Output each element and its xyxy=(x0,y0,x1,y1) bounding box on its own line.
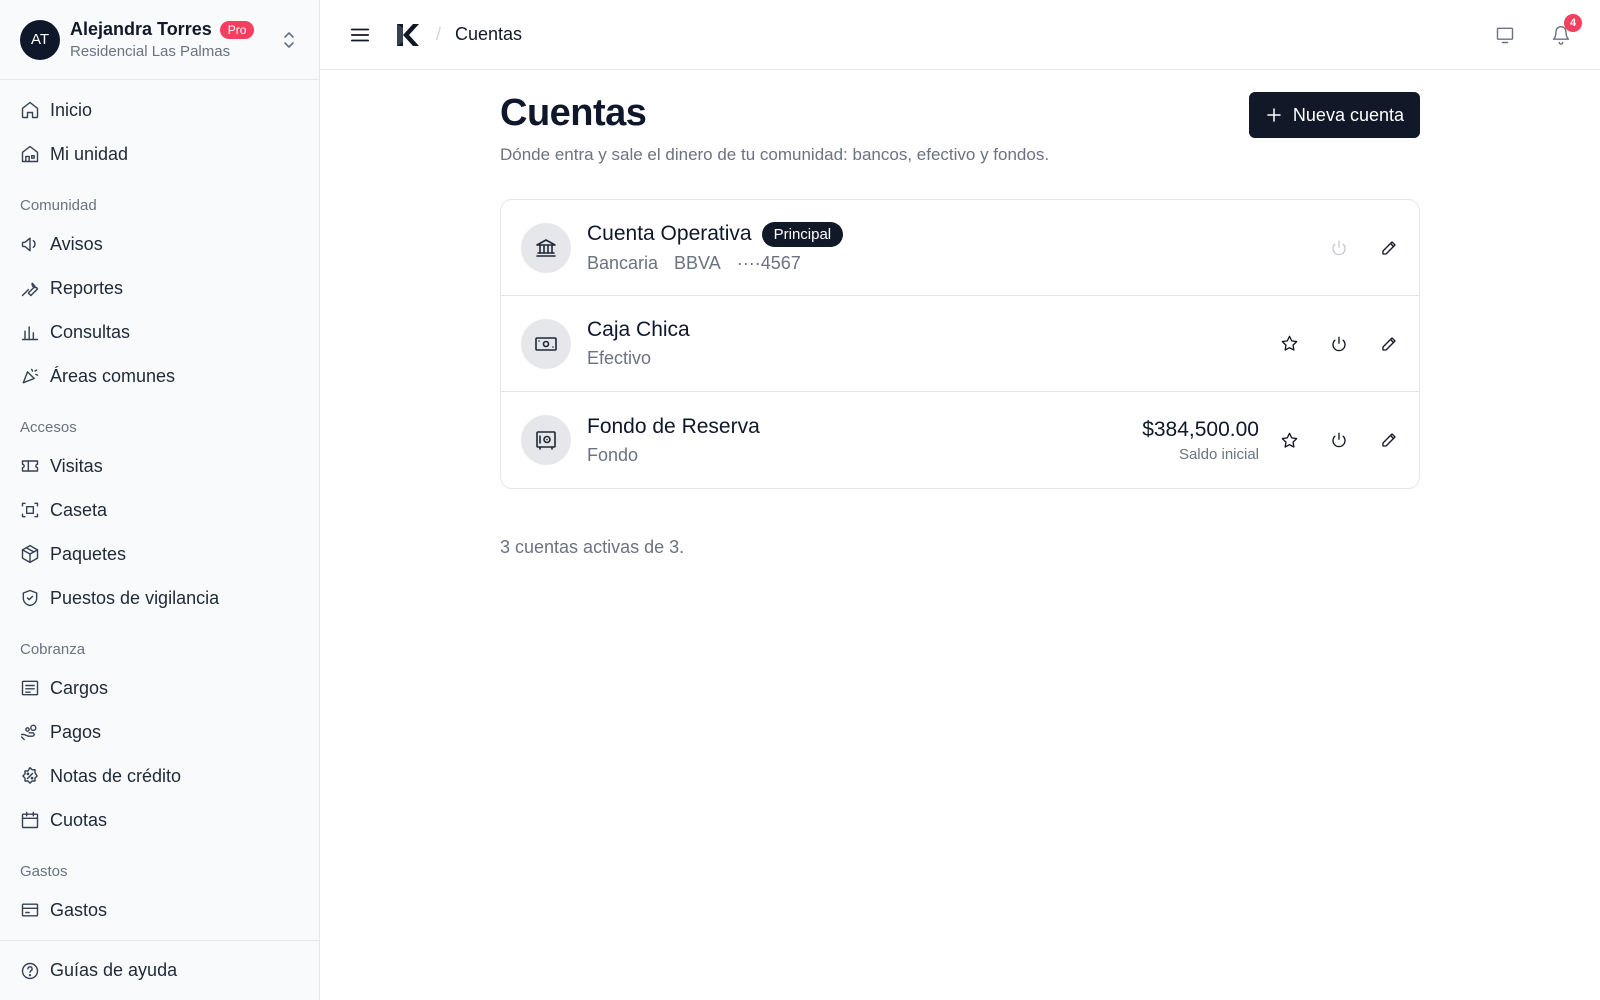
account-number: ····4567 xyxy=(736,252,801,273)
unit-icon xyxy=(21,145,39,163)
sidebar-item-mi-unidad[interactable]: Mi unidad xyxy=(0,132,319,176)
new-account-button[interactable]: Nueva cuenta xyxy=(1248,92,1420,138)
section-gastos: Gastos xyxy=(20,863,68,880)
sidebar-item-puestos-de-vigilancia[interactable]: Puestos de vigilancia xyxy=(0,576,319,620)
app-logo[interactable] xyxy=(394,22,420,48)
edit-pencil-icon[interactable] xyxy=(1379,430,1399,450)
account-type: Fondo xyxy=(587,444,639,465)
megaphone-icon xyxy=(21,237,36,252)
plan-badge: Pro xyxy=(219,20,255,39)
edit-pencil-icon[interactable] xyxy=(1379,334,1399,354)
scan-icon xyxy=(21,502,39,518)
bank-icon xyxy=(521,222,571,273)
sidebar-item-cargos[interactable]: Cargos xyxy=(0,666,319,710)
calendar-icon xyxy=(21,811,39,829)
account-amount: $384,500.00 xyxy=(1142,417,1259,441)
sidebar-item-reportes[interactable]: Reportes xyxy=(0,266,319,310)
account-row[interactable]: Fondo de Reserva Fondo $384,500.00 Saldo… xyxy=(501,392,1419,488)
plus-icon xyxy=(1267,108,1281,122)
chevrons-up-down-icon xyxy=(279,25,299,55)
sidebar-item-avisos[interactable]: Avisos xyxy=(0,222,319,266)
sidebar-item-areas-comunes[interactable]: Áreas comunes xyxy=(0,354,319,398)
hand-coins-icon xyxy=(20,724,37,741)
sidebar-item-consultas[interactable]: Consultas xyxy=(0,310,319,354)
section-cobranza: Cobranza xyxy=(20,641,86,658)
badge-percent-icon xyxy=(22,766,38,784)
home-icon xyxy=(21,101,39,119)
star-icon[interactable] xyxy=(1279,334,1299,354)
safe-icon xyxy=(521,415,571,465)
sidebar-item-gastos[interactable]: Gastos xyxy=(0,888,319,932)
sidebar-item-notas-de-credito[interactable]: Notas de crédito xyxy=(0,754,319,798)
main-content: Cuentas Dónde entra y sale el dinero de … xyxy=(500,70,1420,558)
notification-count-badge: 4 xyxy=(1564,13,1582,32)
help-circle-icon xyxy=(21,962,39,979)
account-type: Efectivo xyxy=(587,348,652,368)
menu-icon[interactable] xyxy=(348,23,372,47)
wrench-icon xyxy=(21,282,39,297)
topbar: / Cuentas 4 xyxy=(320,0,1600,70)
sidebar-item-cuotas[interactable]: Cuotas xyxy=(0,798,319,842)
power-icon[interactable] xyxy=(1329,334,1349,354)
help-guides-link[interactable]: Guías de ayuda xyxy=(0,940,319,1000)
account-row[interactable]: Cuenta Operativa Principal Bancaria BBVA… xyxy=(501,200,1419,296)
notifications-button[interactable]: 4 xyxy=(1550,13,1582,46)
package-icon xyxy=(21,544,39,564)
account-name: Fondo de Reserva xyxy=(587,414,760,438)
page-title: Cuentas xyxy=(500,92,647,134)
bar-chart-icon xyxy=(21,326,39,341)
power-icon[interactable] xyxy=(1329,238,1349,258)
shield-icon xyxy=(22,589,38,607)
sidebar-item-pagos[interactable]: Pagos xyxy=(0,710,319,754)
cash-icon xyxy=(521,318,571,369)
sidebar-item-inicio[interactable]: Inicio xyxy=(0,88,319,132)
account-bank: BBVA xyxy=(674,252,721,273)
party-icon xyxy=(22,368,39,384)
sidebar-item-visitas[interactable]: Visitas xyxy=(0,444,319,488)
sidebar-item-paquetes[interactable]: Paquetes xyxy=(0,532,319,576)
sidebar: AT Alejandra Torres Pro Residencial Las … xyxy=(0,0,320,1000)
accounts-list: Cuenta Operativa Principal Bancaria BBVA… xyxy=(500,199,1420,489)
principal-badge: Principal xyxy=(761,221,844,247)
breadcrumb[interactable]: Cuentas xyxy=(455,24,522,45)
account-name: Cuenta Operativa xyxy=(587,222,752,245)
account-row[interactable]: Caja Chica Efectivo xyxy=(501,296,1419,392)
edit-pencil-icon[interactable] xyxy=(1379,238,1399,258)
account-type: Bancaria xyxy=(587,252,659,273)
community-switcher[interactable]: AT Alejandra Torres Pro Residencial Las … xyxy=(0,0,319,80)
page-subtitle: Dónde entra y sale el dinero de tu comun… xyxy=(500,145,1050,164)
user-name: Alejandra Torres xyxy=(70,19,212,39)
sidebar-nav: Inicio Mi unidad Comunidad Avisos Report… xyxy=(0,80,319,932)
breadcrumb-separator: / xyxy=(436,24,442,44)
expenses-icon xyxy=(21,903,39,917)
active-accounts-summary: 3 cuentas activas de 3. xyxy=(500,537,685,557)
section-accesos: Accesos xyxy=(20,419,77,436)
amount-label: Saldo inicial xyxy=(1178,445,1259,463)
star-icon[interactable] xyxy=(1279,430,1299,450)
receipt-icon xyxy=(21,680,39,696)
power-icon[interactable] xyxy=(1329,430,1349,450)
ticket-icon xyxy=(21,460,39,472)
avatar: AT xyxy=(20,19,60,60)
community-name: Residencial Las Palmas xyxy=(70,43,231,60)
display-icon[interactable] xyxy=(1494,24,1516,46)
sidebar-item-caseta[interactable]: Caseta xyxy=(0,488,319,532)
section-comunidad: Comunidad xyxy=(20,197,97,214)
account-name: Caja Chica xyxy=(587,318,690,341)
